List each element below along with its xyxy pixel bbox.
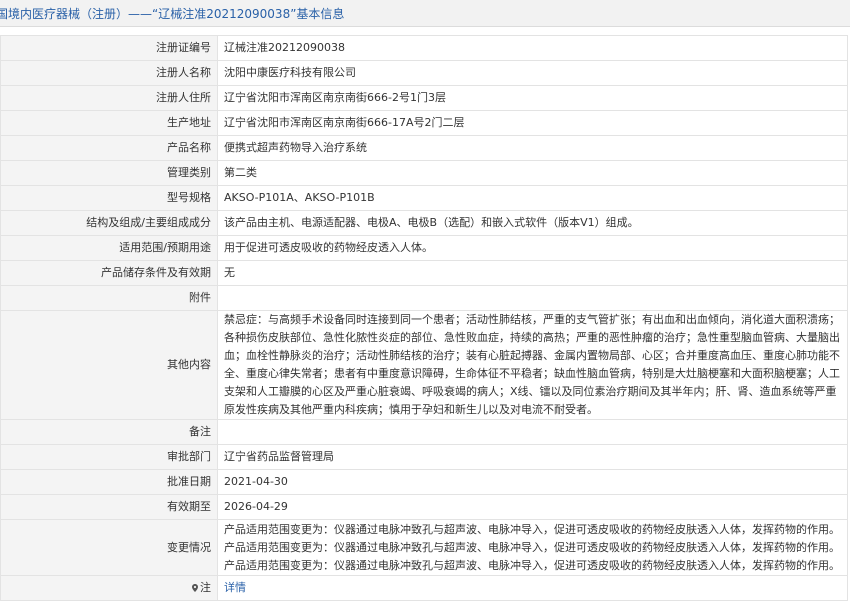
row-value: 第二类	[217, 160, 848, 186]
table-row: 注册人住所 辽宁省沈阳市浑南区南京南街666-2号1门3层	[0, 85, 848, 111]
note-label: 注	[200, 581, 211, 594]
row-value: 辽械注准20212090038	[217, 35, 848, 61]
row-label: 变更情况	[0, 519, 218, 576]
row-label: 管理类别	[0, 160, 218, 186]
row-value: 用于促进可透皮吸收的药物经皮透入人体。	[217, 235, 848, 261]
row-value: 产品适用范围变更为：仪器通过电脉冲致孔与超声波、电脉冲导入，促进可透皮吸收的药物…	[217, 519, 848, 576]
row-label: 产品名称	[0, 135, 218, 161]
details-link[interactable]: 详情	[224, 581, 246, 594]
location-pin-icon	[192, 584, 198, 592]
table-row: 型号规格 AKSO-P101A、AKSO-P101B	[0, 185, 848, 211]
table-row: 注 详情	[0, 575, 848, 601]
row-value: 无	[217, 260, 848, 286]
row-value: 该产品由主机、电源适配器、电极A、电极B（选配）和嵌入式软件（版本V1）组成。	[217, 210, 848, 236]
table-row: 其他内容 禁忌症：与高频手术设备同时连接到同一个患者；活动性肺结核，严重的支气管…	[0, 310, 848, 420]
row-label-note: 注	[0, 575, 218, 601]
table-row: 注册人名称 沈阳中康医疗科技有限公司	[0, 60, 848, 86]
row-value: 辽宁省沈阳市浑南区南京南街666-17A号2门二层	[217, 110, 848, 136]
row-label: 注册证编号	[0, 35, 218, 61]
row-label: 注册人住所	[0, 85, 218, 111]
row-value	[217, 419, 848, 445]
table-row: 结构及组成/主要组成成分 该产品由主机、电源适配器、电极A、电极B（选配）和嵌入…	[0, 210, 848, 236]
table-row: 适用范围/预期用途 用于促进可透皮吸收的药物经皮透入人体。	[0, 235, 848, 261]
row-label: 型号规格	[0, 185, 218, 211]
page-header: 国境内医疗器械（注册）——“辽械注准20212090038”基本信息	[0, 0, 850, 27]
row-label: 附件	[0, 285, 218, 311]
page-title: 国境内医疗器械（注册）——“辽械注准20212090038”基本信息	[0, 6, 345, 21]
table-row: 生产地址 辽宁省沈阳市浑南区南京南街666-17A号2门二层	[0, 110, 848, 136]
row-value: 详情	[217, 575, 848, 601]
row-label: 注册人名称	[0, 60, 218, 86]
row-value: 2021-04-30	[217, 469, 848, 495]
table-row: 备注	[0, 419, 848, 445]
table-row: 审批部门 辽宁省药品监督管理局	[0, 444, 848, 470]
row-value: 沈阳中康医疗科技有限公司	[217, 60, 848, 86]
info-table: 注册证编号 辽械注准20212090038 注册人名称 沈阳中康医疗科技有限公司…	[0, 35, 848, 601]
table-row: 有效期至 2026-04-29	[0, 494, 848, 520]
row-value: 禁忌症：与高频手术设备同时连接到同一个患者；活动性肺结核，严重的支气管扩张；有出…	[217, 310, 848, 420]
row-value	[217, 285, 848, 311]
table-row: 附件	[0, 285, 848, 311]
row-value: 辽宁省沈阳市浑南区南京南街666-2号1门3层	[217, 85, 848, 111]
row-value: 2026-04-29	[217, 494, 848, 520]
row-value: 辽宁省药品监督管理局	[217, 444, 848, 470]
table-row: 变更情况 产品适用范围变更为：仪器通过电脉冲致孔与超声波、电脉冲导入，促进可透皮…	[0, 519, 848, 576]
table-row: 产品名称 便携式超声药物导入治疗系统	[0, 135, 848, 161]
row-label: 结构及组成/主要组成成分	[0, 210, 218, 236]
table-row: 注册证编号 辽械注准20212090038	[0, 35, 848, 61]
row-label: 有效期至	[0, 494, 218, 520]
row-label: 其他内容	[0, 310, 218, 420]
row-label: 适用范围/预期用途	[0, 235, 218, 261]
row-label: 产品储存条件及有效期	[0, 260, 218, 286]
row-label: 备注	[0, 419, 218, 445]
row-value: AKSO-P101A、AKSO-P101B	[217, 185, 848, 211]
row-label: 审批部门	[0, 444, 218, 470]
table-row: 批准日期 2021-04-30	[0, 469, 848, 495]
table-row: 管理类别 第二类	[0, 160, 848, 186]
row-label: 生产地址	[0, 110, 218, 136]
row-value: 便携式超声药物导入治疗系统	[217, 135, 848, 161]
row-label: 批准日期	[0, 469, 218, 495]
table-row: 产品储存条件及有效期 无	[0, 260, 848, 286]
